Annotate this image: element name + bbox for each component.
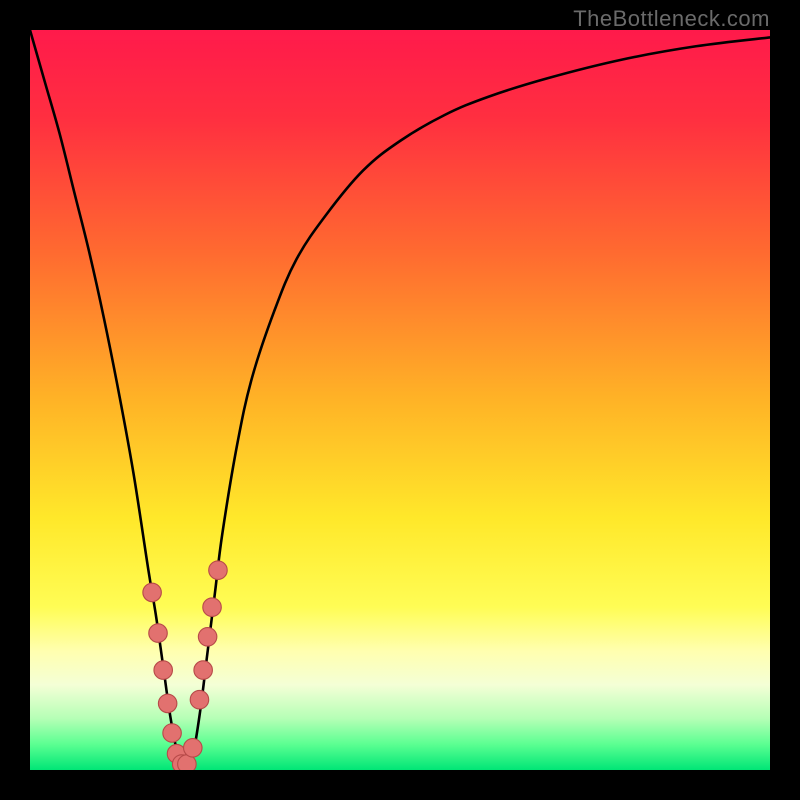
highlight-point: [184, 739, 203, 758]
highlight-point: [190, 690, 209, 709]
highlight-point: [149, 624, 168, 643]
bottleneck-curve: [30, 30, 770, 770]
highlight-point: [203, 598, 222, 617]
highlight-point: [163, 724, 182, 743]
watermark-label: TheBottleneck.com: [573, 6, 770, 32]
highlight-point: [198, 628, 217, 647]
highlight-point: [143, 583, 162, 602]
highlight-point: [154, 661, 173, 680]
plot-area: [30, 30, 770, 770]
chart-frame: TheBottleneck.com: [0, 0, 800, 800]
highlight-point: [194, 661, 213, 680]
highlight-point: [209, 561, 228, 580]
highlight-point: [158, 694, 177, 713]
chart-canvas: [30, 30, 770, 770]
